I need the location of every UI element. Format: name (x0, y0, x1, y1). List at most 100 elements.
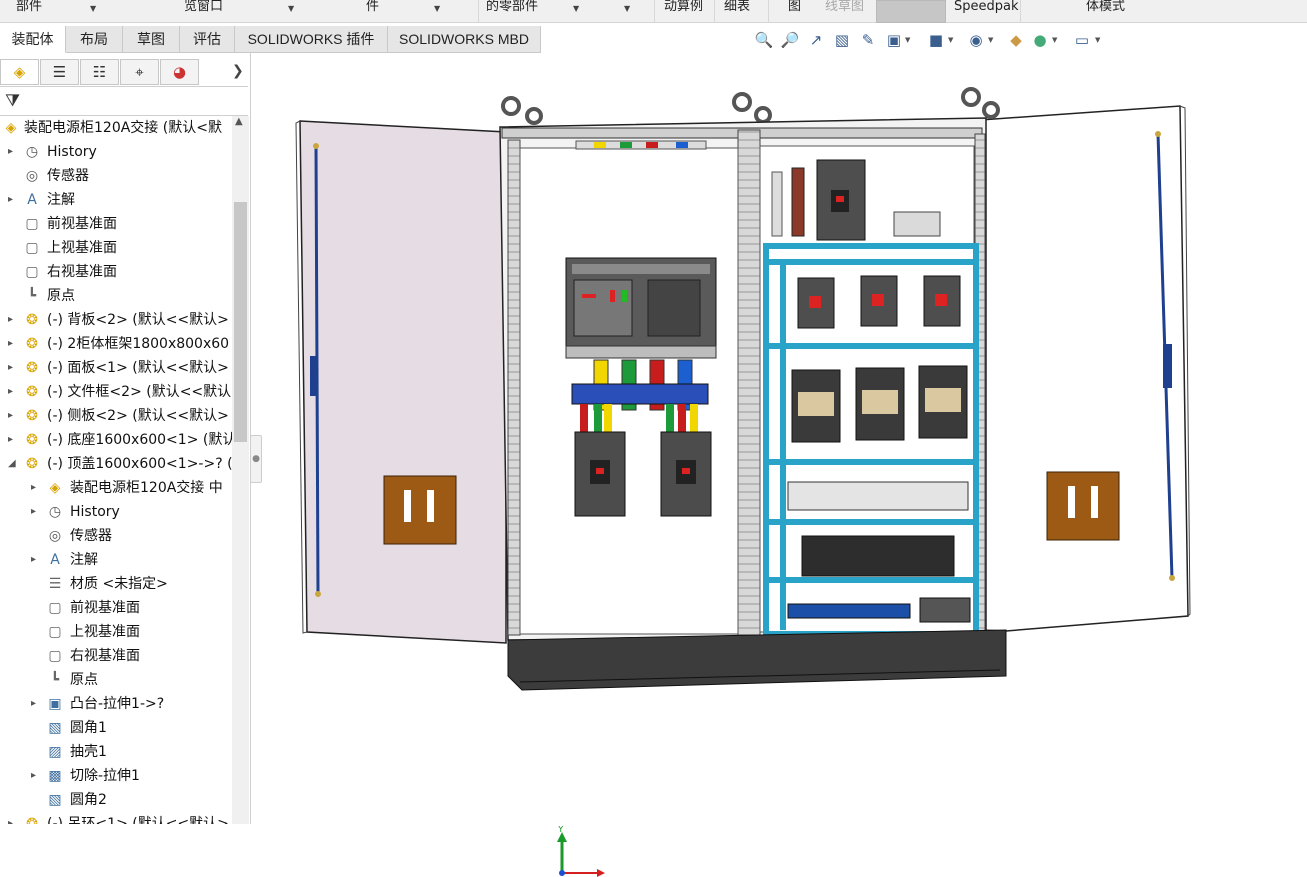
scrollbar-thumb[interactable] (234, 202, 247, 442)
tree-item[interactable]: ▸ ◷ History (0, 500, 232, 524)
chevron-down-icon[interactable]: ▼ (573, 4, 579, 13)
scrollbar[interactable]: ▲ (232, 116, 249, 824)
expand-arrow-icon[interactable]: ▸ (8, 308, 18, 332)
tree-item[interactable]: ▸ ▩ 切除-拉伸1 (0, 764, 232, 788)
expand-arrow-icon[interactable]: ▸ (8, 188, 18, 212)
tree-item[interactable]: ◎ 传感器 (0, 164, 232, 188)
hide-show-icon[interactable]: ◉ (966, 30, 986, 50)
chevron-down-icon[interactable]: ▼ (624, 4, 630, 13)
contactor-row[interactable] (791, 365, 968, 443)
ribbon-item-3[interactable]: 的零部件 (486, 0, 538, 18)
expand-arrow-icon[interactable]: ▸ (8, 812, 18, 824)
ribbon-item-9[interactable]: 体模式 (1086, 0, 1125, 18)
tree-item[interactable]: ◈ 装配电源柜120A交接 (默认<默 (0, 116, 232, 140)
ribbon-item-7[interactable]: 线草图 (825, 0, 864, 18)
tab-sketch[interactable]: 草图 (123, 26, 180, 53)
zoom-to-fit-icon[interactable]: 🔍 (754, 30, 774, 50)
chevron-down-icon[interactable]: ▼ (288, 4, 294, 13)
tree-item[interactable]: ▸ ❂ (-) 底座1600x600<1> (默认 (0, 428, 232, 452)
expand-arrow-icon[interactable]: ▸ (31, 500, 41, 524)
ribbon-item-6[interactable]: 图 (788, 0, 801, 18)
ribbon-item-5[interactable]: 细表 (724, 0, 750, 18)
tree-item[interactable]: ▨ 抽壳1 (0, 740, 232, 764)
tree-item[interactable]: ▸ A 注解 (0, 548, 232, 572)
tree-item[interactable]: ☰ 材质 <未指定> (0, 572, 232, 596)
left-door[interactable] (295, 120, 507, 644)
expand-arrow-icon[interactable]: ▸ (31, 764, 41, 788)
tree-item[interactable]: ▸ ❂ (-) 背板<2> (默认<<默认> (0, 308, 232, 332)
tree-item[interactable]: ┗ 原点 (0, 668, 232, 692)
right-door[interactable] (979, 105, 1191, 632)
tab-solidworks-mbd[interactable]: SOLIDWORKS MBD (388, 26, 541, 53)
tree-item[interactable]: ▸ ❂ (-) 面板<1> (默认<<默认> (0, 356, 232, 380)
ribbon-item-0[interactable]: 部件 (16, 0, 42, 18)
configurationmanager-tab-icon[interactable]: ☷ (80, 59, 119, 85)
section-view-icon[interactable]: ▧ (832, 30, 852, 50)
chevron-down-icon[interactable]: ▼ (988, 36, 993, 44)
apply-scene-icon[interactable]: ● (1030, 30, 1050, 50)
panel-collapse-handle[interactable]: ● (250, 435, 262, 483)
ribbon-item-2[interactable]: 件 (366, 0, 379, 18)
tree-item[interactable]: ▸ ▣ 凸台-拉伸1->? (0, 692, 232, 716)
ribbon-item-1[interactable]: 览窗口 (184, 0, 223, 18)
ribbon-highlight-button[interactable] (876, 0, 946, 23)
main-circuit-breaker[interactable] (565, 257, 717, 359)
view-orientation-icon[interactable]: ▣ (884, 30, 904, 50)
chevron-down-icon[interactable]: ▼ (905, 36, 910, 44)
chevron-down-icon[interactable]: ▼ (1095, 36, 1100, 44)
featuremanager-tab-icon[interactable]: ◈ (0, 59, 39, 85)
tree-item[interactable]: ▸ ❂ (-) 2柜体框架1800x800x60 (0, 332, 232, 356)
expand-arrow-icon[interactable]: ▸ (8, 428, 18, 452)
expand-arrow-icon[interactable]: ▸ (31, 476, 41, 500)
graphics-area[interactable]: Y (262, 53, 1307, 877)
tree-item[interactable]: ◎ 传感器 (0, 524, 232, 548)
expand-arrow-icon[interactable]: ▸ (8, 140, 18, 164)
tab-assembly[interactable]: 装配体 (0, 26, 66, 53)
tree-item[interactable]: ▸ A 注解 (0, 188, 232, 212)
chevron-down-icon[interactable]: ▼ (948, 36, 953, 44)
zoom-to-area-icon[interactable]: 🔎 (780, 30, 800, 50)
previous-view-icon[interactable]: ↗ (806, 30, 826, 50)
tree-item[interactable]: ▸ ❂ (-) 侧板<2> (默认<<默认> (0, 404, 232, 428)
ribbon-item-4[interactable]: 动算例 (664, 0, 703, 18)
view-settings-icon[interactable]: ▭ (1072, 30, 1092, 50)
expand-arrow-icon[interactable]: ▸ (8, 380, 18, 404)
tree-item[interactable]: ▧ 圆角2 (0, 788, 232, 812)
displaymanager-tab-icon[interactable]: ◕ (160, 59, 199, 85)
expand-arrow-icon[interactable]: ▸ (31, 692, 41, 716)
tab-solidworks-addins[interactable]: SOLIDWORKS 插件 (235, 26, 388, 53)
expand-arrow-icon[interactable]: ▸ (8, 356, 18, 380)
tree-item[interactable]: ▢ 前视基准面 (0, 212, 232, 236)
chevron-down-icon[interactable]: ▼ (90, 4, 96, 13)
tree-item[interactable]: ▸ ❂ (-) 文件框<2> (默认<<默认 (0, 380, 232, 404)
tree-item[interactable]: ▢ 上视基准面 (0, 620, 232, 644)
tree-item[interactable]: ▢ 右视基准面 (0, 644, 232, 668)
tree-item[interactable]: ◢ ❂ (-) 顶盖1600x600<1>->? ( (0, 452, 232, 476)
scroll-up-icon[interactable]: ▲ (235, 116, 243, 127)
expand-arrow-icon[interactable]: ▸ (31, 548, 41, 572)
tree-item[interactable]: ▢ 右视基准面 (0, 260, 232, 284)
propertymanager-tab-icon[interactable]: ☰ (40, 59, 79, 85)
chevron-down-icon[interactable]: ▼ (434, 4, 440, 13)
filter-bar[interactable]: ⧩ (0, 86, 248, 116)
chevron-down-icon[interactable]: ▼ (1052, 36, 1057, 44)
mcb-row[interactable] (797, 275, 961, 329)
collapse-arrow-icon[interactable]: ◢ (8, 452, 18, 476)
tree-item[interactable]: ▸ ❂ (-) 吊环<1> (默认<<默认> (0, 812, 232, 824)
display-style-icon[interactable]: ■ (926, 30, 946, 50)
ribbon-item-8[interactable]: Speedpak (954, 0, 1019, 18)
edit-appearance-icon[interactable]: ◆ (1006, 30, 1026, 50)
tab-layout[interactable]: 布局 (66, 26, 123, 53)
tree-item[interactable]: ▢ 上视基准面 (0, 236, 232, 260)
expand-arrow-icon[interactable]: ▸ (8, 404, 18, 428)
tree-item[interactable]: ▧ 圆角1 (0, 716, 232, 740)
tab-evaluate[interactable]: 评估 (180, 26, 235, 53)
expand-arrow-icon[interactable]: ▸ (8, 332, 18, 356)
filter-icon[interactable]: ⧩ (5, 91, 20, 111)
tree-item[interactable]: ▢ 前视基准面 (0, 596, 232, 620)
chevron-right-icon[interactable]: ❯ (232, 63, 244, 79)
tree-item[interactable]: ▸ ◈ 装配电源柜120A交接 中 (0, 476, 232, 500)
dimxpert-tab-icon[interactable]: ⌖ (120, 59, 159, 85)
tree-item[interactable]: ┗ 原点 (0, 284, 232, 308)
dynamic-annotation-icon[interactable]: ✎ (858, 30, 878, 50)
